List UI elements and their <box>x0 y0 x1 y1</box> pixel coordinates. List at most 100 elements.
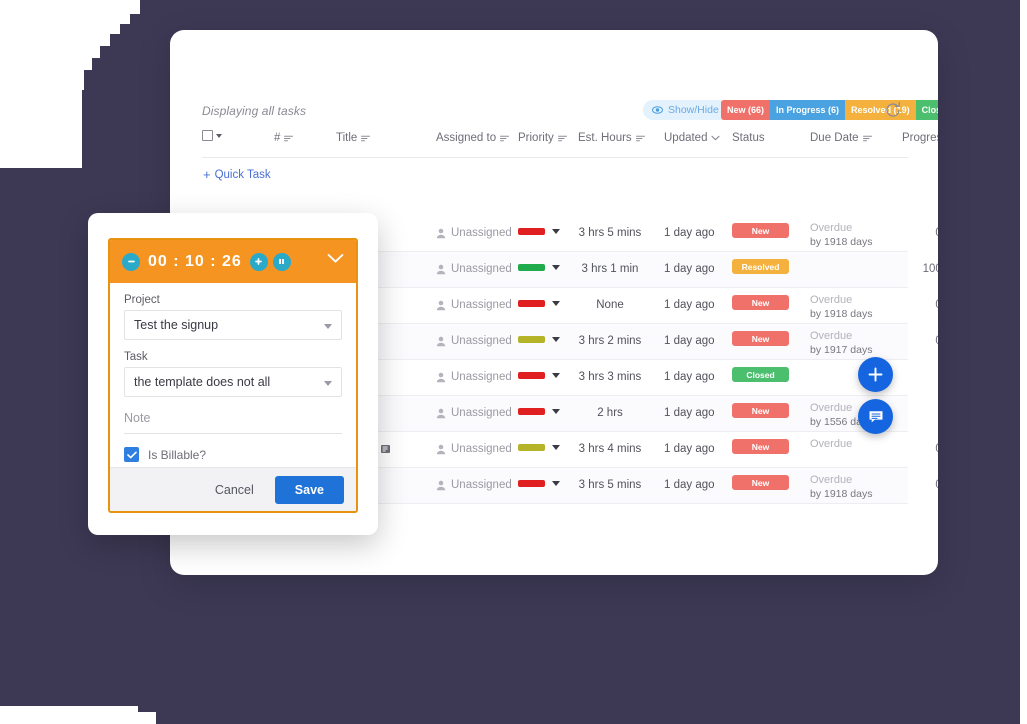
assignee-cell: Unassigned <box>436 299 512 311</box>
assignee-name: Unassigned <box>451 371 512 383</box>
progress-cell: 0% <box>902 479 938 491</box>
increment-time-button[interactable] <box>249 252 268 271</box>
collapse-chevron-icon[interactable] <box>327 253 344 264</box>
chevron-down-icon[interactable] <box>711 135 721 141</box>
add-fab[interactable] <box>858 357 893 392</box>
priority-cell[interactable] <box>518 300 560 307</box>
due-detail: by 1917 days <box>810 344 873 356</box>
chevron-down-icon[interactable] <box>552 409 560 414</box>
chevron-down-icon[interactable] <box>552 373 560 378</box>
sort-icon[interactable] <box>635 135 645 142</box>
refresh-icon[interactable] <box>883 100 903 120</box>
cancel-button[interactable]: Cancel <box>206 477 263 503</box>
column-header-number[interactable]: # <box>274 132 294 144</box>
assignee-cell: Unassigned <box>436 227 512 239</box>
sort-icon[interactable] <box>361 135 371 142</box>
project-label: Project <box>124 294 160 306</box>
priority-cell[interactable] <box>518 264 560 271</box>
status-badge[interactable]: New <box>732 331 789 346</box>
priority-cell[interactable] <box>518 228 560 235</box>
updated-cell: 1 day ago <box>664 371 715 383</box>
status-badge[interactable]: Closed <box>732 367 789 382</box>
priority-cell[interactable] <box>518 480 560 487</box>
priority-cell[interactable] <box>518 336 560 343</box>
status-badge[interactable]: New <box>732 295 789 310</box>
status-filter-badge[interactable]: Resolved (19) <box>845 100 916 120</box>
assignee-cell: Unassigned <box>436 479 512 491</box>
column-header-title[interactable]: Title <box>336 132 371 144</box>
billable-checkbox[interactable] <box>124 447 139 462</box>
column-header-progress[interactable]: Progress <box>902 132 938 144</box>
billable-row[interactable]: Is Billable? <box>124 447 342 462</box>
sort-icon[interactable] <box>500 135 510 142</box>
assignee-cell: Unassigned <box>436 443 512 455</box>
status-filter-badge[interactable]: New (66) <box>721 100 771 120</box>
column-header-label: Progress <box>902 132 938 144</box>
quick-task-link[interactable]: + Quick Task <box>203 168 271 181</box>
column-header-updated[interactable]: Updated <box>664 132 721 144</box>
task-select[interactable]: the template does not all <box>124 367 342 397</box>
priority-cell[interactable] <box>518 408 560 415</box>
chevron-down-icon[interactable] <box>552 481 560 486</box>
chat-fab[interactable] <box>858 399 893 434</box>
assignee-cell: Unassigned <box>436 407 512 419</box>
est-hours-cell: 3 hrs 5 mins <box>578 227 642 239</box>
status-badge[interactable]: New <box>732 223 789 238</box>
table-header-row: # Title Assigned to Priority Est. Hours Updat… <box>202 128 938 158</box>
status-badge[interactable]: New <box>732 403 789 418</box>
chevron-down-icon[interactable] <box>552 265 560 270</box>
column-header-due[interactable]: Due Date <box>810 132 872 144</box>
status-cell: Resolved <box>732 259 789 274</box>
table-toolbar: Displaying all tasks Show/Hide New (66) I… <box>202 100 938 130</box>
priority-cell[interactable] <box>518 372 560 379</box>
task-label: Task <box>124 351 148 363</box>
progress-cell: 0% <box>902 443 938 455</box>
progress-cell: 0% <box>902 299 938 311</box>
column-header-status[interactable]: Status <box>732 132 765 144</box>
select-all-control[interactable] <box>202 130 222 141</box>
progress-cell: 100% <box>922 263 938 275</box>
priority-bar <box>518 408 545 415</box>
column-header-hours[interactable]: Est. Hours <box>578 132 645 144</box>
select-all-checkbox[interactable] <box>202 130 213 141</box>
sort-icon[interactable] <box>557 135 567 142</box>
priority-cell[interactable] <box>518 444 560 451</box>
plus-icon: + <box>203 167 211 182</box>
progress-cell: 0% <box>902 335 938 347</box>
chevron-down-icon[interactable] <box>552 301 560 306</box>
updated-cell: 1 day ago <box>664 299 715 311</box>
status-badge[interactable]: Resolved <box>732 259 789 274</box>
save-button[interactable]: Save <box>274 475 344 504</box>
status-filter-badge[interactable]: Closed (38) <box>915 100 938 120</box>
sort-icon[interactable] <box>284 135 294 142</box>
est-hours-cell: 3 hrs 3 mins <box>578 371 642 383</box>
column-header-priority[interactable]: Priority <box>518 132 567 144</box>
chevron-down-icon[interactable] <box>552 445 560 450</box>
project-select[interactable]: Test the signup <box>124 310 342 340</box>
chevron-down-icon[interactable] <box>552 229 560 234</box>
status-cell: New <box>732 439 789 454</box>
column-header-assigned[interactable]: Assigned to <box>436 132 510 144</box>
column-header-label: Due Date <box>810 132 859 144</box>
show-hide-button[interactable]: Show/Hide <box>643 100 730 120</box>
column-header-label: Priority <box>518 132 554 144</box>
status-badge[interactable]: New <box>732 439 789 454</box>
due-date-cell: Overdue by 1918 days <box>810 473 872 501</box>
chevron-down-icon[interactable] <box>552 337 560 342</box>
bg-edge <box>1020 0 1027 724</box>
pause-timer-button[interactable] <box>272 252 291 271</box>
column-header-label: Updated <box>664 132 708 144</box>
attachment-icon <box>380 444 391 454</box>
status-filter-badge[interactable]: In Progress (6) <box>770 100 846 120</box>
updated-cell: 1 day ago <box>664 443 715 455</box>
status-badge[interactable]: New <box>732 475 789 490</box>
chevron-down-icon[interactable] <box>216 133 222 138</box>
note-input[interactable]: Note <box>124 408 342 434</box>
bg-notch <box>0 0 82 168</box>
due-status: Overdue <box>810 222 853 234</box>
updated-cell: 1 day ago <box>664 335 715 347</box>
sort-icon[interactable] <box>862 135 872 142</box>
assignee-cell: Unassigned <box>436 371 512 383</box>
chevron-down-icon <box>324 324 332 329</box>
decrement-time-button[interactable] <box>122 252 140 271</box>
